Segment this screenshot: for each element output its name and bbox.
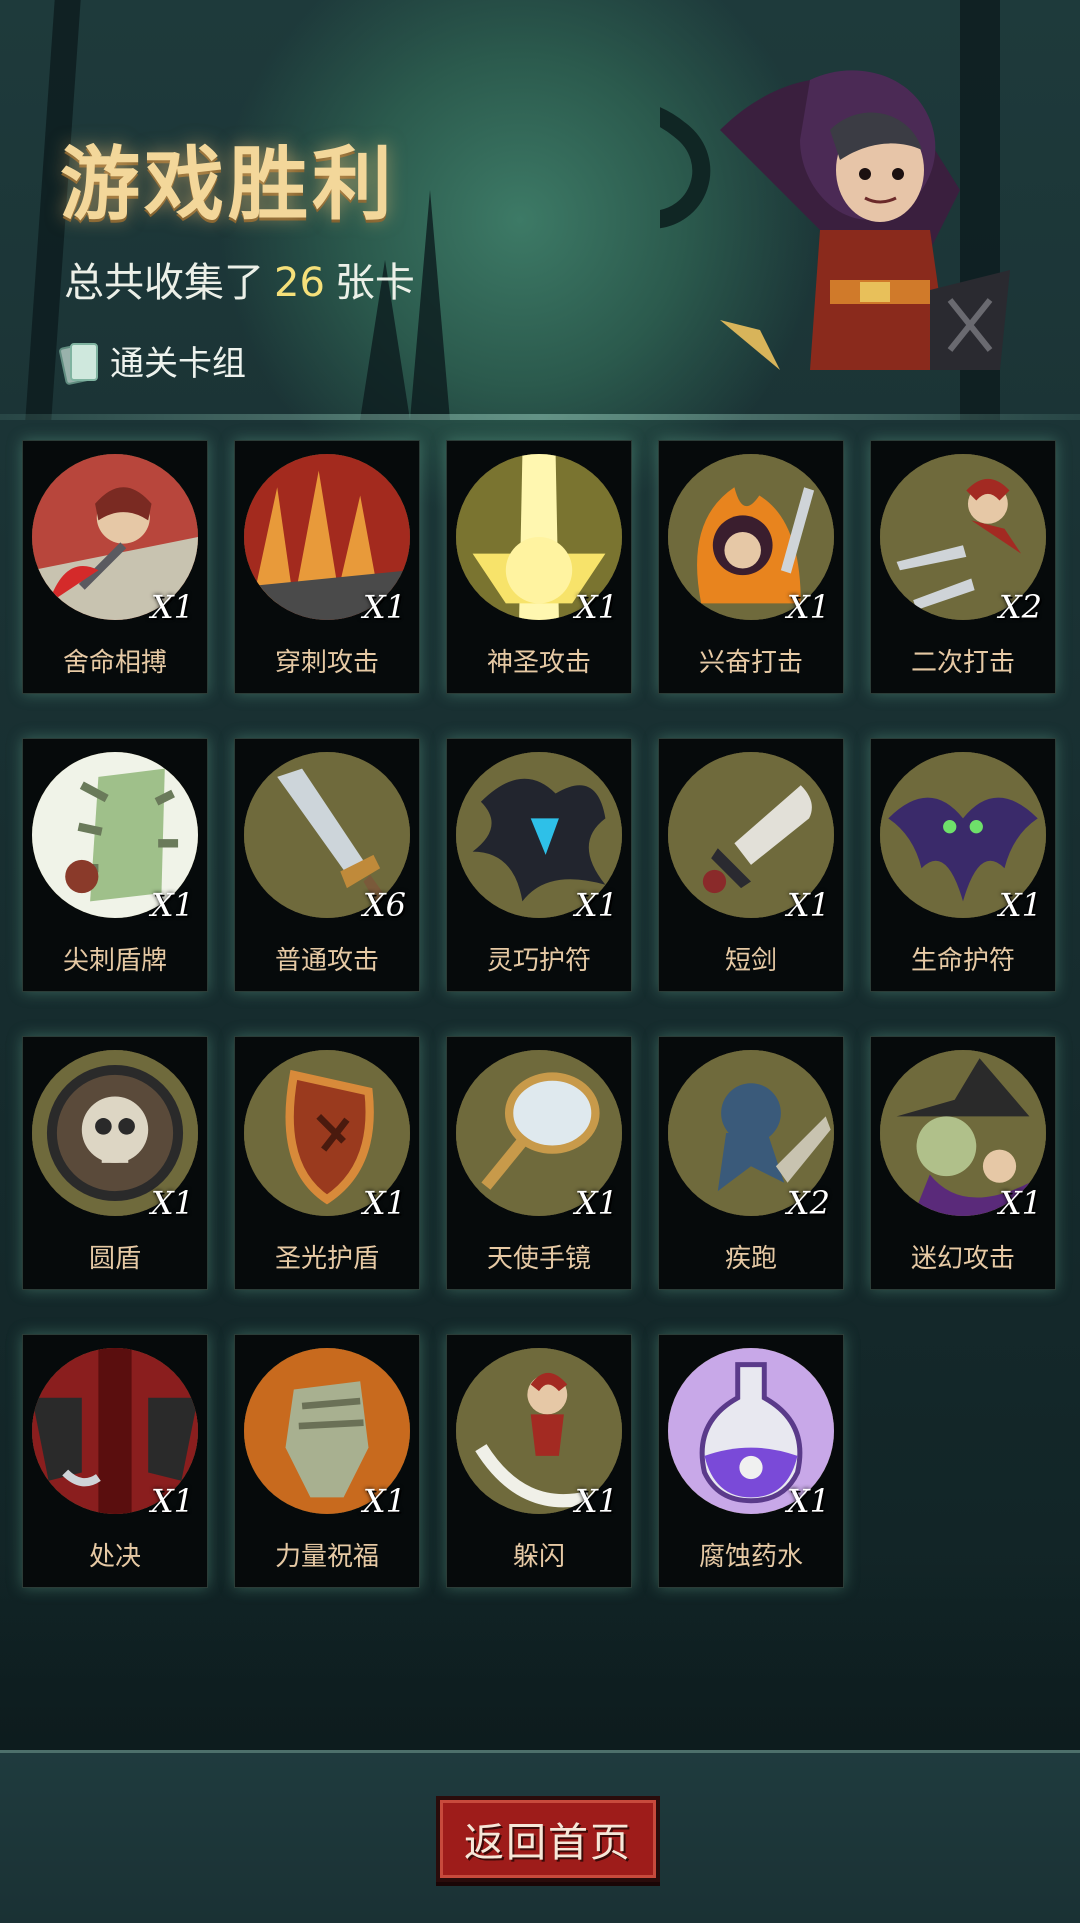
cards-icon	[62, 341, 98, 381]
card-count: X2	[786, 1184, 830, 1222]
card-count: X1	[362, 588, 406, 626]
card-name: 圆盾	[88, 1244, 141, 1274]
card-count: X1	[998, 886, 1042, 924]
card-name: 生命护符	[910, 946, 1015, 976]
card-name: 二次打击	[910, 648, 1015, 678]
card-name: 处决	[88, 1542, 141, 1572]
hero-character-illustration	[660, 70, 1010, 370]
deck-card[interactable]: X1 尖刺盾牌	[22, 738, 208, 992]
forest-floor	[0, 1560, 1080, 1750]
deck-card[interactable]: X1 舍命相搏	[22, 440, 208, 694]
deck-card[interactable]: X1 灵巧护符	[446, 738, 632, 992]
deck-card[interactable]: X1 短剑	[658, 738, 844, 992]
deck-card[interactable]: X6 普通攻击	[234, 738, 420, 992]
collection-summary: 总共收集了 26 张卡	[64, 250, 415, 308]
card-count: X1	[786, 886, 830, 924]
card-count: X6	[362, 886, 406, 924]
summary-count: 26	[274, 260, 325, 306]
deck-card[interactable]: X1 天使手镜	[446, 1036, 632, 1290]
deck-card[interactable]: X1 兴奋打击	[658, 440, 844, 694]
card-name: 天使手镜	[486, 1244, 591, 1274]
summary-suffix: 张卡	[334, 260, 415, 306]
card-name: 舍命相搏	[62, 648, 167, 678]
card-count: X1	[786, 1482, 830, 1520]
card-count: X1	[150, 588, 194, 626]
deck-card[interactable]: X1 腐蚀药水	[658, 1334, 844, 1588]
card-count: X1	[362, 1482, 406, 1520]
summary-prefix: 总共收集了	[64, 260, 264, 306]
card-count: X1	[786, 588, 830, 626]
card-name: 疾跑	[724, 1244, 777, 1274]
card-count: X1	[150, 886, 194, 924]
card-name: 神圣攻击	[486, 648, 591, 678]
card-name: 尖刺盾牌	[62, 946, 167, 976]
deck-card[interactable]: X1 躲闪	[446, 1334, 632, 1588]
card-name: 灵巧护符	[486, 946, 591, 976]
deck-card[interactable]: X1 力量祝福	[234, 1334, 420, 1588]
card-name: 躲闪	[512, 1542, 565, 1572]
card-name: 腐蚀药水	[698, 1542, 803, 1572]
card-name: 圣光护盾	[274, 1244, 379, 1274]
card-count: X1	[998, 1184, 1042, 1222]
deck-grid: X1 舍命相搏 X1 穿刺攻击 X1 神圣攻击 X1 兴奋打击 X2 二次打击 X1 尖刺盾牌 X6 普通…	[22, 440, 1058, 1588]
deck-label: 通关卡组	[110, 344, 246, 384]
card-count: X2	[998, 588, 1042, 626]
card-name: 力量祝福	[274, 1542, 379, 1572]
card-count: X1	[362, 1184, 406, 1222]
card-name: 迷幻攻击	[910, 1244, 1015, 1274]
page-title: 游戏胜利	[60, 138, 396, 231]
return-home-button[interactable]: 返回首页	[436, 1796, 660, 1882]
card-name: 兴奋打击	[698, 648, 803, 678]
card-count: X1	[574, 1482, 618, 1520]
deck-card[interactable]: X2 二次打击	[870, 440, 1056, 694]
card-name: 短剑	[724, 946, 777, 976]
header: 游戏胜利 总共收集了 26 张卡 通关卡组	[0, 0, 1080, 420]
card-count: X1	[150, 1482, 194, 1520]
card-name: 普通攻击	[274, 946, 379, 976]
deck-card[interactable]: X1 圣光护盾	[234, 1036, 420, 1290]
card-count: X1	[574, 1184, 618, 1222]
header-divider	[0, 414, 1080, 420]
deck-card[interactable]: X1 神圣攻击	[446, 440, 632, 694]
card-count: X1	[574, 588, 618, 626]
deck-card[interactable]: X1 处决	[22, 1334, 208, 1588]
deck-card[interactable]: X2 疾跑	[658, 1036, 844, 1290]
deck-label-row: 通关卡组	[62, 336, 246, 385]
card-count: X1	[574, 886, 618, 924]
card-name: 穿刺攻击	[274, 648, 379, 678]
card-count: X1	[150, 1184, 194, 1222]
deck-card[interactable]: X1 迷幻攻击	[870, 1036, 1056, 1290]
deck-card[interactable]: X1 生命护符	[870, 738, 1056, 992]
deck-card[interactable]: X1 穿刺攻击	[234, 440, 420, 694]
deck-card[interactable]: X1 圆盾	[22, 1036, 208, 1290]
